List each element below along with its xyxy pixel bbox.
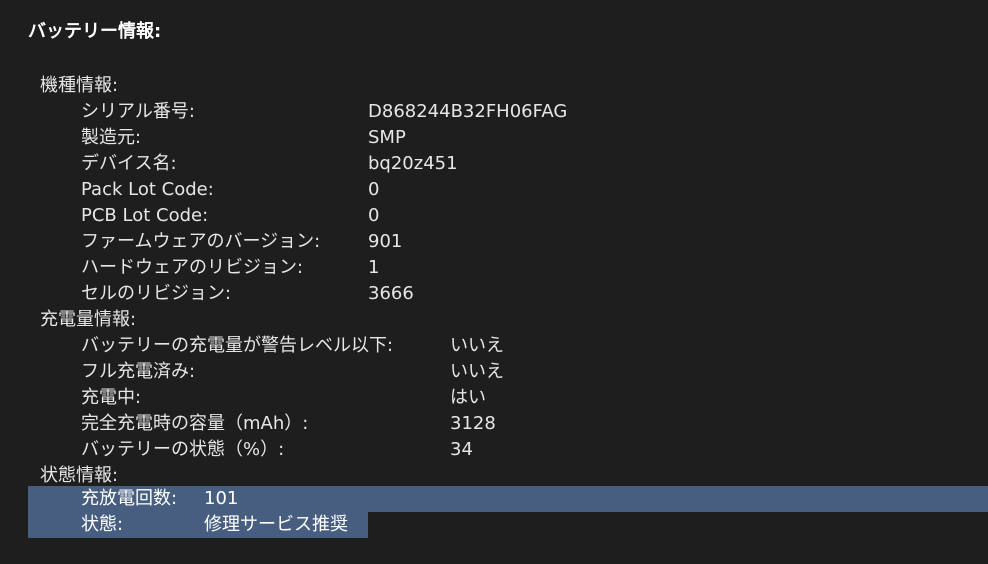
info-row-manufacturer: 製造元: SMP — [0, 125, 988, 151]
info-row-firmware-version: ファームウェアのバージョン: 901 — [0, 229, 988, 255]
info-value: 34 — [450, 439, 473, 460]
info-value: 101 — [204, 488, 239, 509]
info-row-condition[interactable]: 状態: 修理サービス推奨 — [0, 512, 988, 538]
info-value: 0 — [368, 179, 380, 200]
info-label: ファームウェアのバージョン: — [81, 231, 321, 252]
info-row-fully-charged: フル充電済み: いいえ — [0, 359, 988, 385]
info-value: 1 — [368, 257, 380, 278]
info-label: ハードウェアのリビジョン: — [81, 257, 304, 278]
info-label: シリアル番号: — [81, 101, 195, 122]
info-label: バッテリーの状態（%）: — [81, 439, 285, 460]
info-value: いいえ — [450, 361, 504, 382]
info-label: フル充電済み: — [81, 361, 196, 382]
info-label: 製造元: — [81, 127, 142, 148]
info-row-charging: 充電中: はい — [0, 385, 988, 411]
info-label: Pack Lot Code: — [81, 179, 214, 200]
info-label: デバイス名: — [81, 153, 177, 174]
page-title: バッテリー情報: — [28, 21, 162, 42]
info-label: バッテリーの充電量が警告レベル以下: — [81, 335, 394, 356]
section-heading-charge-info: 充電量情報: — [40, 309, 137, 330]
info-row-cell-revision: セルのリビジョン: 3666 — [0, 281, 988, 307]
info-label: 充電中: — [81, 387, 142, 408]
info-value: 901 — [368, 231, 403, 252]
info-row-hardware-revision: ハードウェアのリビジョン: 1 — [0, 255, 988, 281]
info-row-low-charge-warning: バッテリーの充電量が警告レベル以下: いいえ — [0, 333, 988, 359]
info-label: PCB Lot Code: — [81, 205, 209, 226]
info-value: 3666 — [368, 283, 414, 304]
info-value: 3128 — [450, 413, 496, 434]
info-value: はい — [450, 387, 486, 408]
section-heading-model-info: 機種情報: — [40, 75, 119, 96]
info-value: bq20z451 — [368, 153, 458, 174]
info-row-full-charge-capacity: 完全充電時の容量（mAh）: 3128 — [0, 411, 988, 437]
info-row-battery-state: バッテリーの状態（%）: 34 — [0, 437, 988, 463]
info-value: いいえ — [450, 335, 504, 356]
info-row-cycle-count[interactable]: 充放電回数: 101 — [0, 486, 988, 512]
info-value: SMP — [368, 127, 406, 148]
info-label: 状態: — [81, 514, 124, 535]
info-row-device-name: デバイス名: bq20z451 — [0, 151, 988, 177]
info-label: セルのリビジョン: — [81, 283, 232, 304]
info-value: 修理サービス推奨 — [204, 514, 348, 535]
info-label: 充放電回数: — [81, 488, 178, 509]
info-row-serial: シリアル番号: D868244B32FH06FAG — [0, 99, 988, 125]
info-value: 0 — [368, 205, 380, 226]
info-value: D868244B32FH06FAG — [368, 101, 568, 122]
info-row-pack-lot-code: Pack Lot Code: 0 — [0, 177, 988, 203]
info-label: 完全充電時の容量（mAh）: — [81, 413, 309, 434]
info-row-pcb-lot-code: PCB Lot Code: 0 — [0, 203, 988, 229]
